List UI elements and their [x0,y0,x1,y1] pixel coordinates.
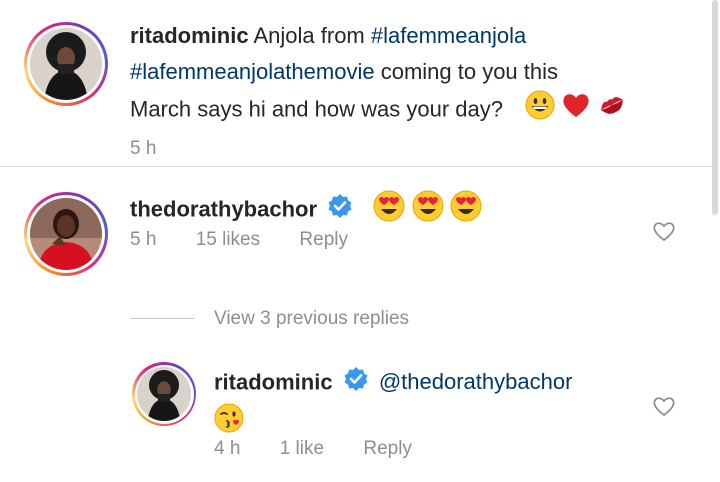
comment-username[interactable]: thedorathybachor [130,196,317,221]
heart-eyes-icon [450,190,482,231]
reply-likes-link[interactable]: 1 like [280,438,324,459]
caption-text: March says hi and how was your day? [130,96,503,122]
post-username[interactable]: ritadominic [130,23,249,48]
comment-time: 5 h [130,229,157,250]
kiss-mark-icon [597,90,627,131]
reply-like-button[interactable] [651,393,677,419]
heart-eyes-icon [373,190,405,231]
verified-badge-icon [327,193,353,228]
comment-like-button[interactable] [651,218,677,244]
reply-username[interactable]: ritadominic [214,369,333,394]
avatar-photo [30,198,102,270]
post-avatar[interactable] [24,22,108,106]
scrollbar[interactable] [712,0,718,215]
avatar-photo [137,367,191,421]
grinning-face-icon [525,90,555,131]
replies-line [130,318,194,319]
reply-time: 4 h [214,438,241,459]
divider [0,166,712,167]
view-replies-button[interactable]: View 3 previous replies [214,305,409,333]
post-time: 5 h [130,138,157,159]
red-heart-icon [561,90,591,131]
reply-reply-button[interactable]: Reply [363,438,412,459]
heart-outline-icon [651,222,677,248]
comment-reply-button[interactable]: Reply [299,229,348,250]
heart-outline-icon [651,397,677,423]
comment-avatar[interactable] [24,192,108,276]
caption-text: Anjola from [253,23,365,48]
mention-link[interactable]: @thedorathybachor [379,369,573,394]
caption-text: coming to you this [380,59,559,84]
verified-badge-icon [343,366,369,401]
hashtag-link[interactable]: #lafemmeanjola [371,23,526,48]
avatar-photo [30,28,102,100]
reply-avatar[interactable] [132,362,196,426]
heart-eyes-icon [412,190,444,231]
post-caption: ritadominic Anjola from #lafemmeanjola #… [130,18,700,163]
comment-likes-link[interactable]: 15 likes [196,229,260,250]
hashtag-link[interactable]: #lafemmeanjolathemovie [130,59,375,84]
